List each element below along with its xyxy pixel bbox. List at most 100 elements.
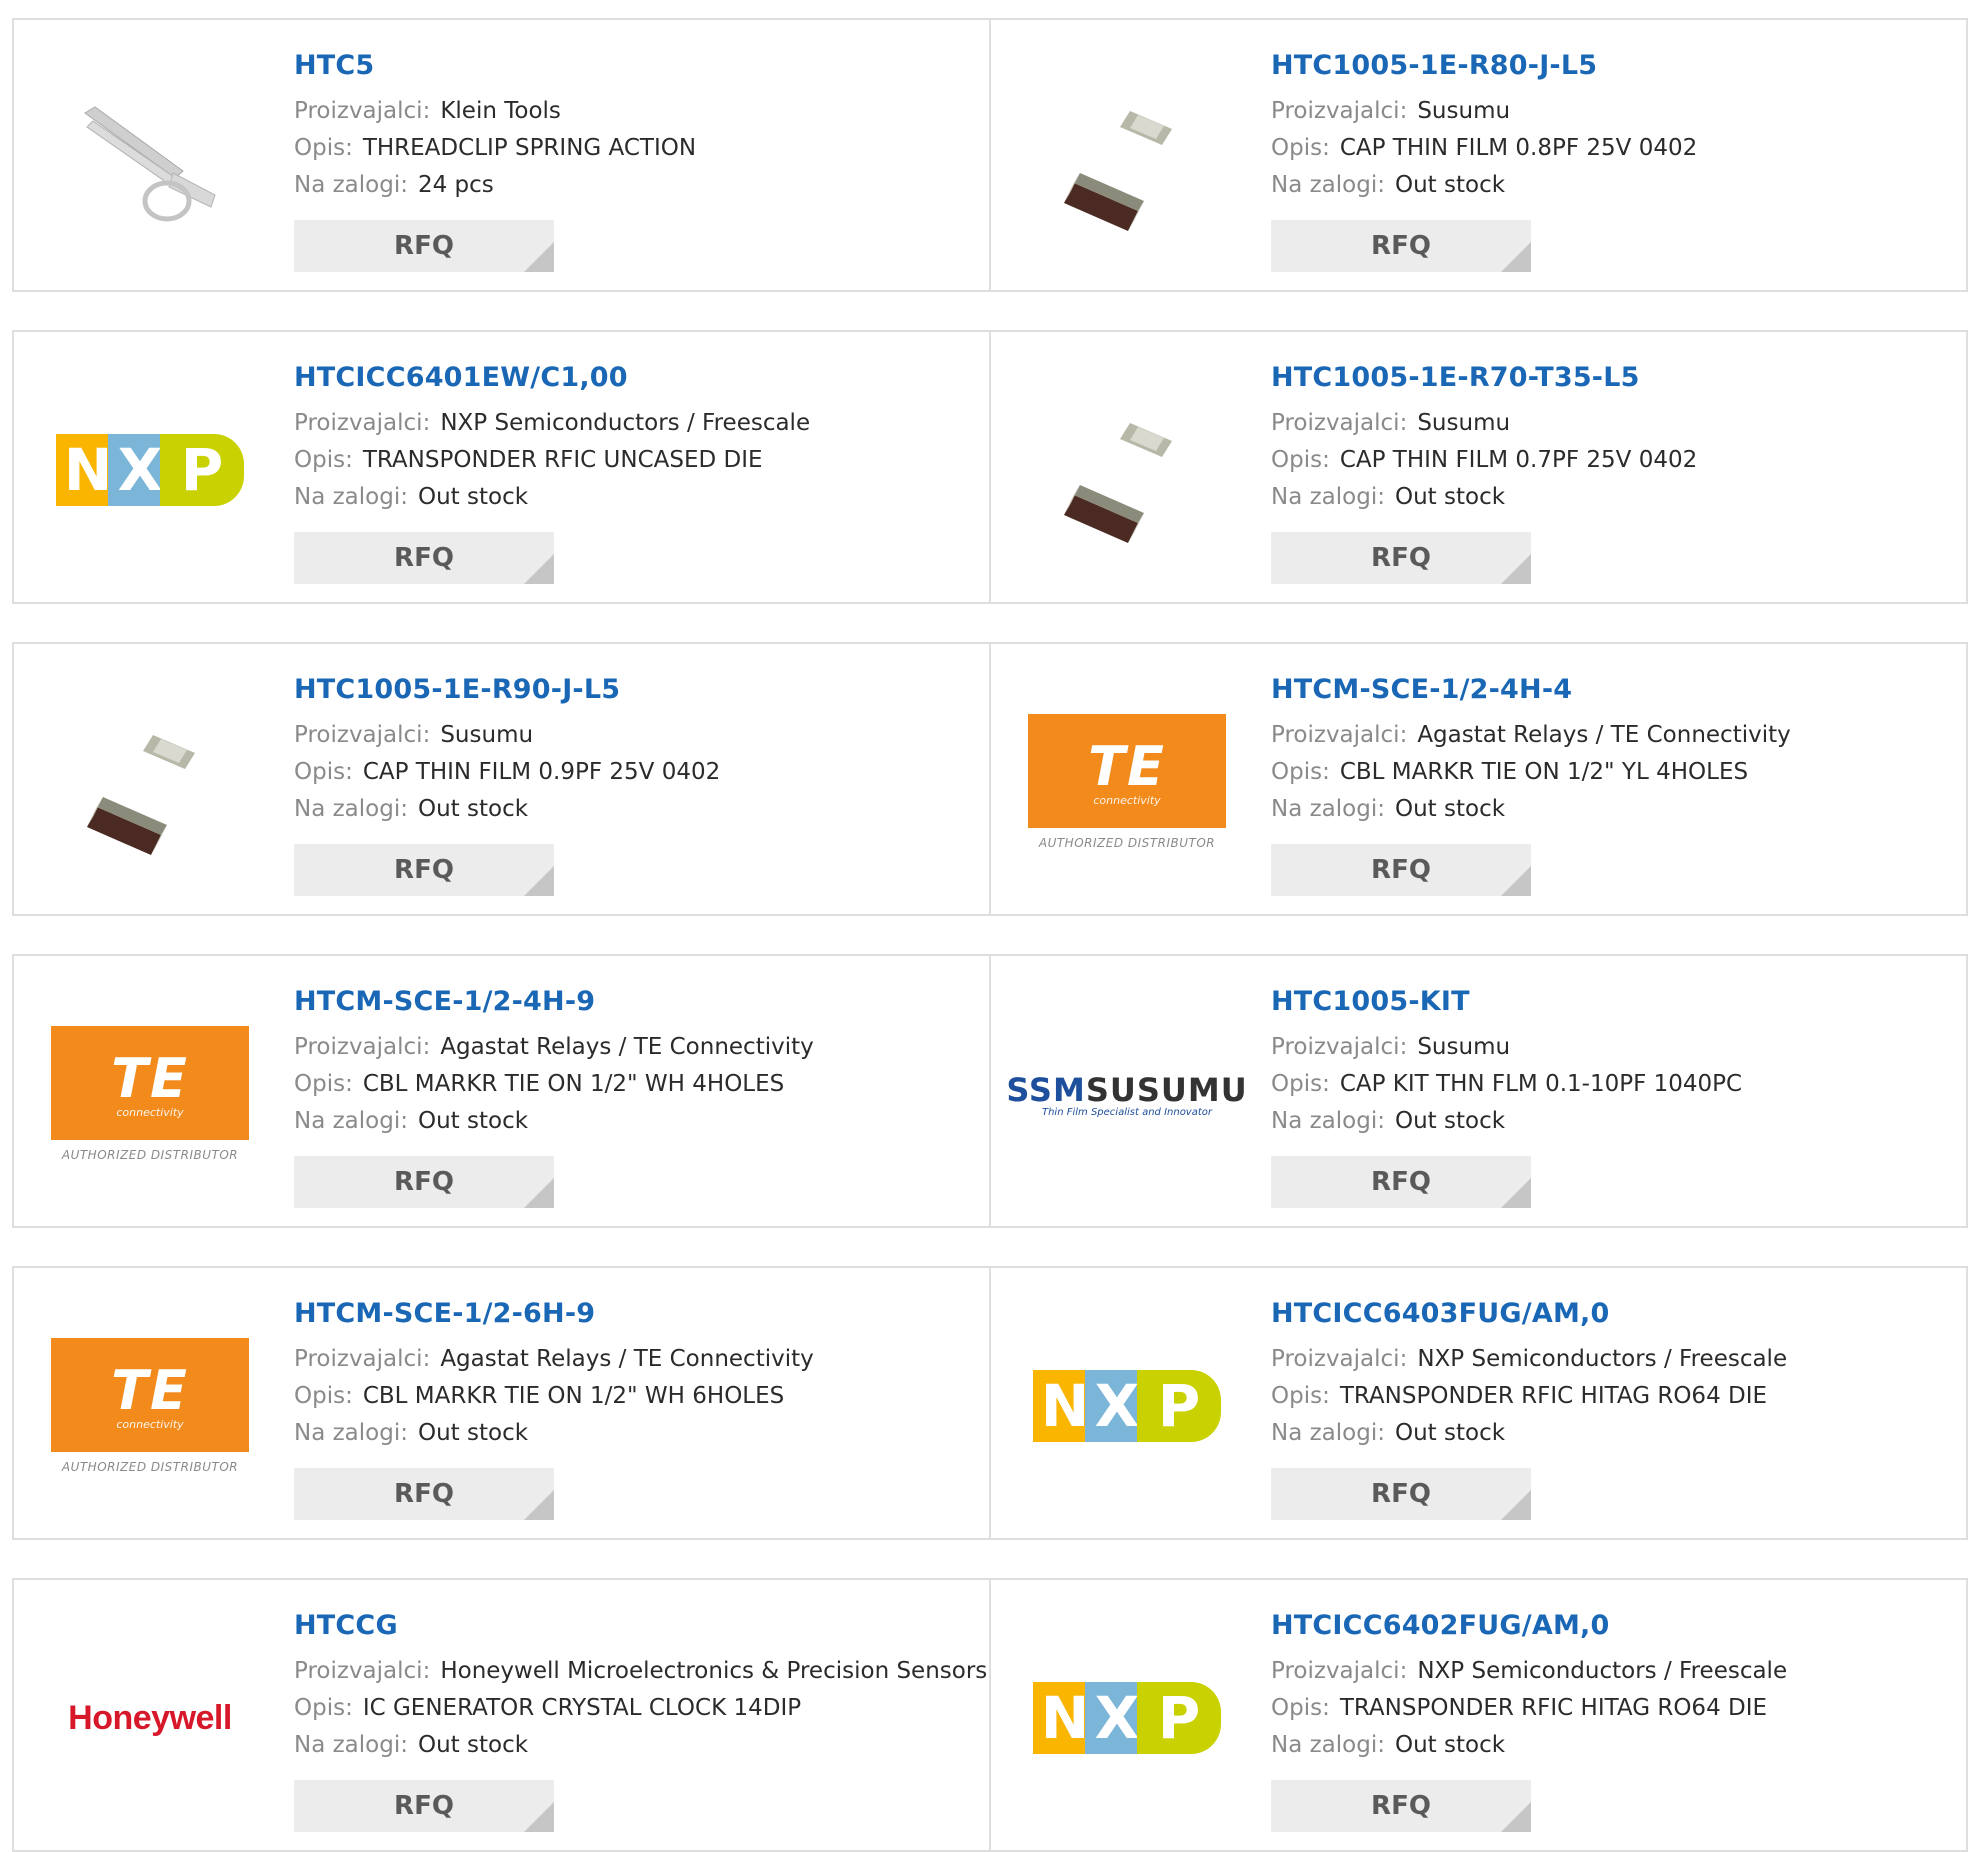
description-row: Opis: TRANSPONDER RFIC HITAG RO64 DIE — [1271, 1690, 1956, 1727]
rfq-button[interactable]: RFQ — [1271, 220, 1531, 272]
te-logo-mark: TE — [1088, 735, 1166, 798]
description-label: Opis: — [1271, 135, 1330, 161]
manufacturer-row: Proizvajalci: NXP Semiconductors / Freesc… — [1271, 1653, 1956, 1690]
rfq-button[interactable]: RFQ — [1271, 844, 1531, 896]
manufacturer-label: Proizvajalci: — [294, 1658, 431, 1684]
corner-triangle-icon — [524, 554, 554, 584]
manufacturer-row: Proizvajalci: Susumu — [1271, 1029, 1956, 1066]
rfq-button[interactable]: RFQ — [294, 532, 554, 584]
product-image[interactable]: TE connectivity AUTHORIZED DISTRIBUTOR — [1027, 682, 1227, 882]
manufacturer-value: NXP Semiconductors / Freescale — [1417, 1658, 1788, 1684]
rfq-button[interactable]: RFQ — [1271, 532, 1531, 584]
product-image[interactable] — [50, 682, 250, 882]
description-row: Opis: CAP THIN FILM 0.8PF 25V 0402 — [1271, 130, 1956, 167]
description-value: CBL MARKR TIE ON 1/2" WH 6HOLES — [362, 1383, 785, 1409]
stock-value: Out stock — [1394, 1732, 1506, 1758]
authorized-distributor-badge: AUTHORIZED DISTRIBUTOR — [61, 1460, 239, 1474]
corner-triangle-icon — [524, 1178, 554, 1208]
stock-value: Out stock — [1394, 1420, 1506, 1446]
part-number-link[interactable]: HTCICC6401EW/C1,00 — [294, 362, 628, 393]
rfq-button[interactable]: RFQ — [1271, 1780, 1531, 1832]
manufacturer-row: Proizvajalci: Agastat Relays / TE Connect… — [294, 1341, 979, 1378]
product-image[interactable]: NXP — [50, 370, 250, 570]
product-info: HTC1005-1E-R80-J-L5 Proizvajalci: Susumu … — [1271, 50, 1956, 204]
rfq-button[interactable]: RFQ — [294, 1468, 554, 1520]
part-number-link[interactable]: HTC1005-1E-R80-J-L5 — [1271, 50, 1597, 81]
manufacturer-row: Proizvajalci: Susumu — [1271, 93, 1956, 130]
corner-triangle-icon — [1501, 242, 1531, 272]
part-number-link[interactable]: HTCCG — [294, 1610, 398, 1641]
part-number-link[interactable]: HTC1005-KIT — [1271, 986, 1470, 1017]
product-card: Honeywell HTCCG Proizvajalci: Honeywell M… — [12, 1578, 991, 1852]
description-label: Opis: — [294, 447, 353, 473]
nxp-logo-block: P — [160, 434, 244, 506]
product-card: TE connectivity AUTHORIZED DISTRIBUTOR HTC… — [12, 954, 991, 1228]
stock-row: Na zalogi: Out stock — [294, 1415, 979, 1452]
product-image[interactable] — [1027, 58, 1227, 258]
description-value: CAP THIN FILM 0.9PF 25V 0402 — [362, 759, 721, 785]
part-number-link[interactable]: HTCM-SCE-1/2-4H-4 — [1271, 674, 1572, 705]
product-image[interactable]: TE connectivity AUTHORIZED DISTRIBUTOR — [50, 994, 250, 1194]
part-number-link[interactable]: HTCICC6402FUG/AM,0 — [1271, 1610, 1609, 1641]
product-info: HTC1005-KIT Proizvajalci: Susumu Opis: CAP… — [1271, 986, 1956, 1140]
stock-value: Out stock — [417, 1732, 529, 1758]
corner-triangle-icon — [1501, 1802, 1531, 1832]
product-image[interactable]: SSMSUSUMU Thin Film Specialist and Innova… — [1006, 994, 1246, 1194]
susumu-logo-tagline: Thin Film Specialist and Innovator — [1041, 1106, 1213, 1118]
stock-row: Na zalogi: Out stock — [294, 1727, 979, 1764]
rfq-button[interactable]: RFQ — [294, 220, 554, 272]
product-image[interactable]: Honeywell — [50, 1618, 250, 1818]
description-label: Opis: — [1271, 759, 1330, 785]
manufacturer-label: Proizvajalci: — [294, 410, 431, 436]
manufacturer-label: Proizvajalci: — [294, 1346, 431, 1372]
product-info: HTCM-SCE-1/2-4H-4 Proizvajalci: Agastat R… — [1271, 674, 1956, 828]
te-logo-box: TE connectivity — [51, 1338, 249, 1452]
stock-label: Na zalogi: — [1271, 484, 1385, 510]
manufacturer-label: Proizvajalci: — [1271, 722, 1408, 748]
te-logo-mark: TE — [111, 1359, 189, 1422]
corner-triangle-icon — [1501, 1178, 1531, 1208]
rfq-label: RFQ — [1371, 231, 1431, 261]
authorized-distributor-badge: AUTHORIZED DISTRIBUTOR — [61, 1148, 239, 1162]
rfq-button[interactable]: RFQ — [294, 1780, 554, 1832]
corner-triangle-icon — [1501, 1490, 1531, 1520]
stock-value: Out stock — [1394, 484, 1506, 510]
rfq-label: RFQ — [394, 231, 454, 261]
part-number-link[interactable]: HTC5 — [294, 50, 374, 81]
chip-capacitor-icon — [1064, 111, 1172, 231]
rfq-button[interactable]: RFQ — [294, 1156, 554, 1208]
description-row: Opis: CBL MARKR TIE ON 1/2" YL 4HOLES — [1271, 754, 1956, 791]
product-info: HTC5 Proizvajalci: Klein Tools Opis: THREA… — [294, 50, 979, 204]
stock-value: Out stock — [417, 1108, 529, 1134]
description-label: Opis: — [294, 1695, 353, 1721]
rfq-button[interactable]: RFQ — [294, 844, 554, 896]
corner-triangle-icon — [524, 242, 554, 272]
rfq-button[interactable]: RFQ — [1271, 1156, 1531, 1208]
susumu-logo-mark-b: SUSUMU — [1085, 1070, 1248, 1109]
manufacturer-value: Agastat Relays / TE Connectivity — [1417, 722, 1791, 748]
product-image[interactable] — [1027, 370, 1227, 570]
description-value: CBL MARKR TIE ON 1/2" WH 4HOLES — [362, 1071, 785, 1097]
rfq-button[interactable]: RFQ — [1271, 1468, 1531, 1520]
te-connectivity-logo: TE connectivity AUTHORIZED DISTRIBUTOR — [1028, 714, 1226, 850]
part-number-link[interactable]: HTCM-SCE-1/2-6H-9 — [294, 1298, 595, 1329]
corner-triangle-icon — [1501, 554, 1531, 584]
product-image[interactable] — [50, 58, 250, 258]
part-number-link[interactable]: HTC1005-1E-R90-J-L5 — [294, 674, 620, 705]
stock-row: Na zalogi: Out stock — [1271, 167, 1956, 204]
chip-capacitor-icon — [87, 735, 195, 855]
manufacturer-row: Proizvajalci: Susumu — [294, 717, 979, 754]
corner-triangle-icon — [524, 1490, 554, 1520]
rfq-label: RFQ — [394, 1791, 454, 1821]
description-value: CBL MARKR TIE ON 1/2" YL 4HOLES — [1339, 759, 1749, 785]
part-number-link[interactable]: HTCM-SCE-1/2-4H-9 — [294, 986, 595, 1017]
part-number-link[interactable]: HTC1005-1E-R70-T35-L5 — [1271, 362, 1640, 393]
part-number-link[interactable]: HTCICC6403FUG/AM,0 — [1271, 1298, 1609, 1329]
manufacturer-label: Proizvajalci: — [1271, 410, 1408, 436]
product-image[interactable]: TE connectivity AUTHORIZED DISTRIBUTOR — [50, 1306, 250, 1506]
product-image[interactable]: NXP — [1027, 1306, 1227, 1506]
product-card: NXP HTCICC6402FUG/AM,0 Proizvajalci: NXP … — [991, 1578, 1968, 1852]
product-image[interactable]: NXP — [1027, 1618, 1227, 1818]
manufacturer-value: Susumu — [1417, 1034, 1511, 1060]
rfq-label: RFQ — [1371, 1791, 1431, 1821]
